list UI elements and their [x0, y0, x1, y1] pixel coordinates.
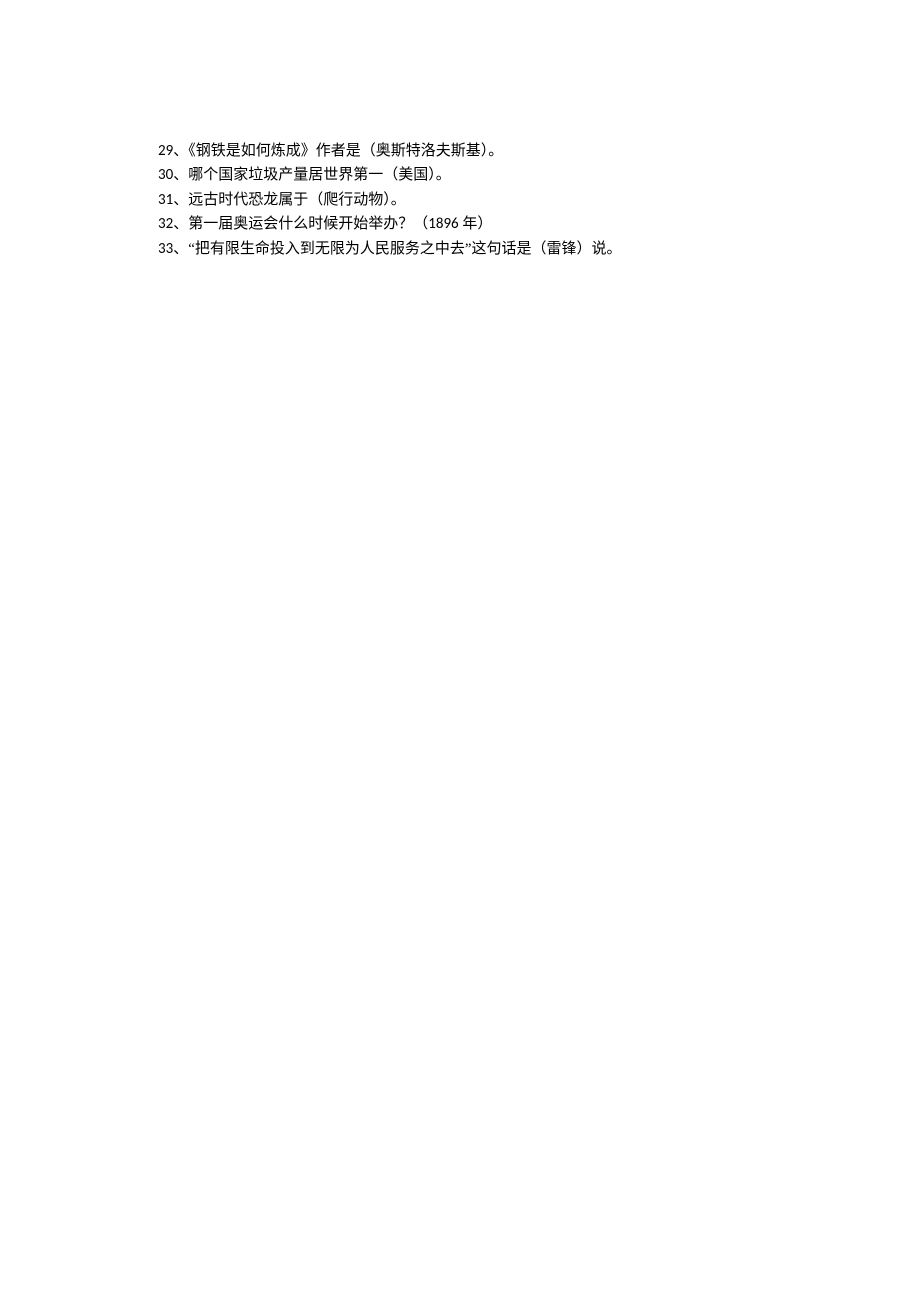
line-number: 29: [158, 142, 173, 160]
year-value: 1896: [428, 215, 458, 233]
line-text-after: 年）: [459, 216, 493, 232]
list-item: 31、远古时代恐龙属于（爬行动物）。: [158, 188, 920, 212]
separator: 、: [173, 192, 188, 208]
separator: 、: [173, 241, 188, 257]
line-text-before: 第一届奥运会什么时候开始举办？（: [188, 216, 428, 232]
separator: 、: [173, 143, 188, 159]
list-item: 30、哪个国家垃圾产量居世界第一（美国）。: [158, 163, 920, 187]
separator: 、: [173, 216, 188, 232]
list-item: 33、“把有限生命投入到无限为人民服务之中去”这句话是（雷锋）说。: [158, 237, 920, 261]
separator: 、: [173, 167, 188, 183]
line-text: 《钢铁是如何炼成》作者是（奥斯特洛夫斯基）。: [188, 143, 503, 159]
line-number: 33: [158, 240, 173, 258]
line-number: 30: [158, 166, 173, 184]
line-text: 远古时代恐龙属于（爬行动物）。: [188, 192, 406, 208]
line-number: 31: [158, 191, 173, 209]
line-number: 32: [158, 215, 173, 233]
line-text: “把有限生命投入到无限为人民服务之中去”这句话是（雷锋）说。: [188, 241, 621, 257]
list-item: 29、《钢铁是如何炼成》作者是（奥斯特洛夫斯基）。: [158, 139, 920, 163]
line-text: 哪个国家垃圾产量居世界第一（美国）。: [188, 167, 451, 183]
list-item: 32、第一届奥运会什么时候开始举办？（1896 年）: [158, 212, 920, 236]
